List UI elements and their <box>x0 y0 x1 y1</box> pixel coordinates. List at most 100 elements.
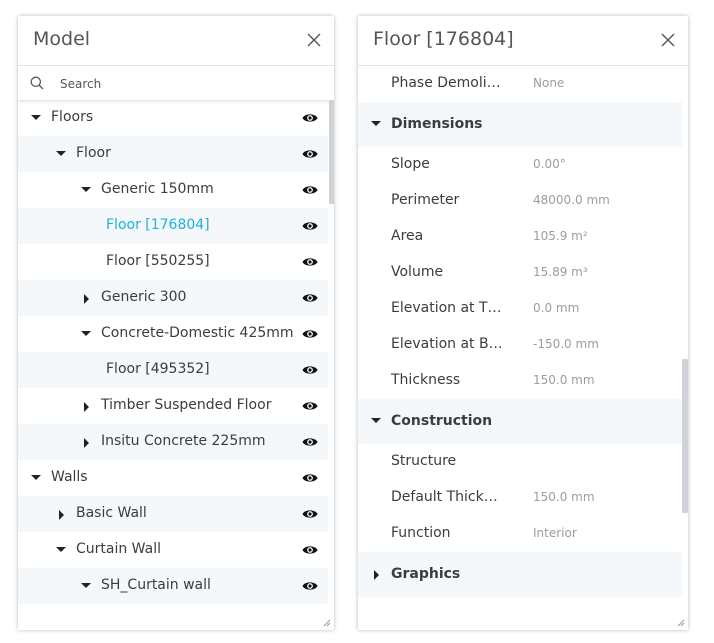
property-value: 48000.0 mm <box>533 193 610 207</box>
property-row: Volume 15.89 m³ <box>358 255 682 291</box>
tree-item-label[interactable]: Floor [495352] <box>106 361 210 377</box>
tree-item[interactable]: Floor [176804] <box>18 208 328 244</box>
tree-item[interactable]: Floors <box>18 100 328 136</box>
caret-down-icon[interactable] <box>81 329 91 339</box>
property-name: Function <box>391 525 451 541</box>
property-value: 15.89 m³ <box>533 265 588 279</box>
tree-item-label[interactable]: Walls <box>51 469 88 485</box>
property-value: Interior <box>533 526 577 540</box>
eye-icon[interactable] <box>302 544 318 556</box>
tree-item[interactable]: Generic 150mm <box>18 172 328 208</box>
property-row: Function Interior <box>358 516 682 552</box>
eye-icon[interactable] <box>302 364 318 376</box>
property-row: Thickness 150.0 mm <box>358 363 682 399</box>
tree-item-label[interactable]: Generic 300 <box>101 289 186 305</box>
tree-item[interactable]: Floor <box>18 136 328 172</box>
caret-down-icon[interactable] <box>81 581 91 591</box>
tree-item[interactable]: Floor [495352] <box>18 352 328 388</box>
resize-grip-icon[interactable] <box>323 619 331 627</box>
tree-item[interactable]: Insitu Concrete 225mm <box>18 424 328 460</box>
eye-icon[interactable] <box>302 148 318 160</box>
property-row: Area 105.9 m² <box>358 219 682 255</box>
tree-item[interactable]: Floor [550255] <box>18 244 328 280</box>
property-row: Structure <box>358 444 682 480</box>
properties-panel: Floor [176804] Phase Demoli… None Dimensio… <box>358 16 688 630</box>
eye-icon[interactable] <box>302 184 318 196</box>
tree-item[interactable]: Concrete-Domestic 425mm <box>18 316 328 352</box>
property-value: 105.9 m² <box>533 229 588 243</box>
eye-icon[interactable] <box>302 256 318 268</box>
tree-item-label[interactable]: Insitu Concrete 225mm <box>101 433 266 449</box>
property-name: Structure <box>391 453 457 469</box>
section-header[interactable]: Construction <box>358 399 682 444</box>
caret-down-icon[interactable] <box>371 119 381 129</box>
caret-right-icon[interactable] <box>81 438 91 448</box>
properties-scrollbar[interactable] <box>682 359 688 513</box>
model-panel-header: Model <box>18 16 334 66</box>
tree-item[interactable]: Timber Suspended Floor <box>18 388 328 424</box>
caret-down-icon[interactable] <box>56 545 66 555</box>
eye-icon[interactable] <box>302 580 318 592</box>
section-label: Dimensions <box>391 116 483 132</box>
property-row: Elevation at T… 0.0 mm <box>358 291 682 327</box>
properties-list: Phase Demoli… None Dimensions Slope 0.00° Per… <box>358 66 682 597</box>
search-input[interactable] <box>58 73 322 95</box>
tree-item-label[interactable]: Floor <box>76 145 111 161</box>
search-icon <box>30 76 44 90</box>
tree-item-label[interactable]: Floors <box>51 109 93 125</box>
tree-item-label[interactable]: Curtain Wall <box>76 541 161 557</box>
caret-right-icon[interactable] <box>371 570 381 580</box>
property-row: Slope 0.00° <box>358 147 682 183</box>
caret-right-icon[interactable] <box>81 402 91 412</box>
tree-item-label[interactable]: Timber Suspended Floor <box>101 397 271 413</box>
eye-icon[interactable] <box>302 292 318 304</box>
property-value: 150.0 mm <box>533 373 595 387</box>
section-header[interactable]: Dimensions <box>358 102 682 147</box>
model-panel-title: Model <box>33 28 91 50</box>
section-header[interactable]: Graphics <box>358 552 682 597</box>
tree-item-label[interactable]: Floor [176804] <box>106 217 210 233</box>
tree-item-label[interactable]: SH_Curtain wall <box>101 577 211 593</box>
caret-right-icon[interactable] <box>81 294 91 304</box>
caret-right-icon[interactable] <box>56 510 66 520</box>
property-name: Default Thick… <box>391 489 498 505</box>
property-value: 0.0 mm <box>533 301 580 315</box>
caret-down-icon[interactable] <box>31 473 41 483</box>
model-tree-scrollbar[interactable] <box>329 100 334 204</box>
caret-down-icon[interactable] <box>31 113 41 123</box>
property-value: 150.0 mm <box>533 490 595 504</box>
close-icon[interactable] <box>660 32 676 48</box>
eye-icon[interactable] <box>302 400 318 412</box>
property-name: Area <box>391 228 424 244</box>
eye-icon[interactable] <box>302 112 318 124</box>
close-icon[interactable] <box>306 32 322 48</box>
tree-item[interactable]: Basic Wall <box>18 496 328 532</box>
eye-icon[interactable] <box>302 436 318 448</box>
caret-down-icon[interactable] <box>81 185 91 195</box>
property-name: Elevation at T… <box>391 300 502 316</box>
tree-item[interactable]: Walls <box>18 460 328 496</box>
eye-icon[interactable] <box>302 328 318 340</box>
property-row: Perimeter 48000.0 mm <box>358 183 682 219</box>
tree-item-label[interactable]: Floor [550255] <box>106 253 210 269</box>
eye-icon[interactable] <box>302 220 318 232</box>
tree-item[interactable]: Curtain Wall <box>18 532 328 568</box>
model-panel: Model Floors Floor Generic 150mm Floor [176… <box>18 16 334 630</box>
tree-item-label[interactable]: Generic 150mm <box>101 181 214 197</box>
search-bar <box>18 66 334 101</box>
property-name: Elevation at B… <box>391 336 503 352</box>
tree-item-label[interactable]: Basic Wall <box>76 505 147 521</box>
resize-grip-icon[interactable] <box>677 619 685 627</box>
eye-icon[interactable] <box>302 508 318 520</box>
model-tree: Floors Floor Generic 150mm Floor [176804] Fl… <box>18 100 328 604</box>
property-row: Default Thick… 150.0 mm <box>358 480 682 516</box>
caret-down-icon[interactable] <box>371 416 381 426</box>
tree-item[interactable]: SH_Curtain wall <box>18 568 328 604</box>
caret-down-icon[interactable] <box>56 149 66 159</box>
tree-item[interactable]: Generic 300 <box>18 280 328 316</box>
tree-item-label[interactable]: Concrete-Domestic 425mm <box>101 325 294 341</box>
section-label: Graphics <box>391 566 461 582</box>
property-name: Slope <box>391 156 430 172</box>
property-value: None <box>533 76 565 90</box>
eye-icon[interactable] <box>302 472 318 484</box>
